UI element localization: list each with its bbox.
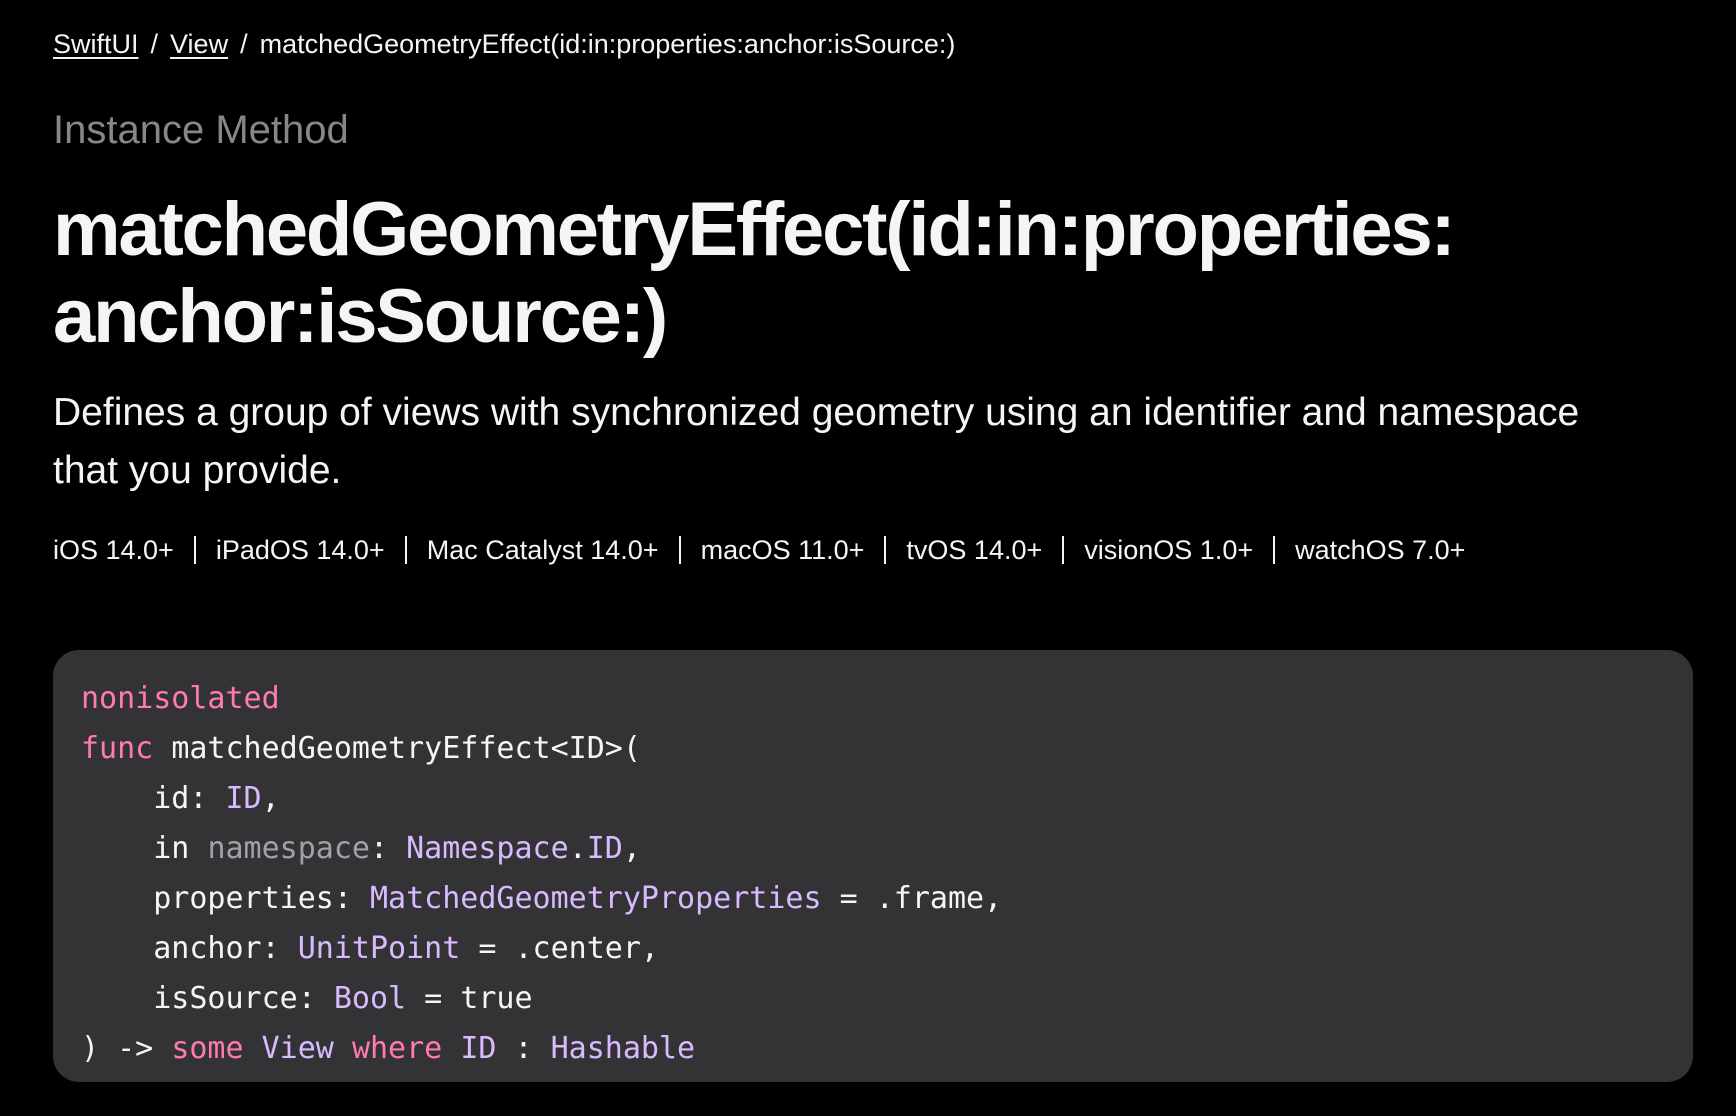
page-title-line: matchedGeometryEffect(id:in:properties:: [53, 187, 1456, 272]
code-punctuation: ,: [261, 781, 280, 816]
code-punctuation: :: [370, 831, 407, 866]
code-default-value: = true: [406, 981, 533, 1016]
code-param-label: isSource:: [153, 981, 334, 1016]
availability-list: iOS 14.0+ iPadOS 14.0+ Mac Catalyst 14.0…: [53, 532, 1465, 568]
availability-divider: [884, 536, 887, 564]
code-type: Bool: [333, 981, 407, 1016]
availability-ipados: iPadOS 14.0+: [215, 535, 385, 565]
code-type: MatchedGeometryProperties: [370, 881, 822, 916]
code-param-internal-name: namespace: [207, 831, 370, 866]
code-line: anchor: UnitPoint = .center,: [81, 924, 1693, 974]
breadcrumb-link-swiftui[interactable]: SwiftUI: [53, 29, 139, 59]
page-title-line: anchor:isSource:): [53, 274, 668, 359]
code-param-label: id:: [153, 781, 226, 816]
code-type: View: [261, 1031, 334, 1066]
code-punctuation: ,: [622, 831, 641, 866]
availability-divider: [678, 536, 681, 564]
availability-divider: [404, 536, 407, 564]
code-type: Namespace: [406, 831, 569, 866]
page-title: matchedGeometryEffect(id:in:properties: …: [53, 186, 1693, 360]
symbol-kind-eyebrow: Instance Method: [53, 108, 349, 152]
code-type: UnitPoint: [297, 931, 461, 966]
code-punctuation: :: [496, 1031, 551, 1066]
code-line: in namespace: Namespace.ID,: [81, 824, 1693, 874]
code-param-label: in: [153, 831, 208, 866]
code-keyword-func: func: [81, 731, 154, 766]
code-line: ) -> some View where ID : Hashable: [81, 1024, 1693, 1074]
code-default-value: = .center,: [460, 931, 659, 966]
code-line: nonisolated: [81, 674, 1693, 724]
breadcrumb-link-view[interactable]: View: [170, 29, 228, 59]
availability-tvos: tvOS 14.0+: [906, 535, 1043, 565]
availability-visionos: visionOS 1.0+: [1084, 535, 1254, 565]
breadcrumb-separator: /: [240, 29, 248, 59]
breadcrumb-separator: /: [150, 29, 159, 59]
code-line: isSource: Bool = true: [81, 974, 1693, 1024]
breadcrumb: SwiftUI / View / matchedGeometryEffect(id:in…: [53, 26, 955, 62]
code-keyword-nonisolated: nonisolated: [81, 681, 280, 716]
availability-watchos: watchOS 7.0+: [1295, 535, 1466, 565]
code-function-name: matchedGeometryEffect<ID>(: [171, 731, 641, 766]
availability-mac-catalyst: Mac Catalyst 14.0+: [426, 535, 659, 565]
code-param-label: anchor:: [153, 931, 298, 966]
code-line: id: ID,: [81, 774, 1693, 824]
code-type: ID: [586, 831, 623, 866]
code-type: ID: [225, 781, 262, 816]
abstract: Defines a group of views with synchroniz…: [53, 384, 1693, 500]
code-default-value: = .frame,: [821, 881, 1003, 916]
code-keyword-where: where: [351, 1031, 443, 1066]
availability-divider: [1273, 536, 1276, 564]
availability-divider: [193, 536, 196, 564]
code-type: Hashable: [550, 1031, 696, 1066]
code-keyword-some: some: [171, 1031, 244, 1066]
breadcrumb-current: matchedGeometryEffect(id:in:properties:a…: [259, 29, 956, 59]
code-param-label: properties:: [153, 881, 370, 916]
code-punctuation: .: [568, 831, 587, 866]
code-return-arrow: ) ->: [81, 1031, 172, 1066]
abstract-line: Defines a group of views with synchroniz…: [53, 391, 1580, 434]
declaration-code-block: nonisolated func matchedGeometryEffect<I…: [53, 650, 1693, 1082]
availability-ios: iOS 14.0+: [53, 535, 174, 565]
code-line: func matchedGeometryEffect<ID>(: [81, 724, 1693, 774]
abstract-line: that you provide.: [53, 449, 342, 492]
code-type: ID: [460, 1031, 497, 1066]
code-line: properties: MatchedGeometryProperties = …: [81, 874, 1693, 924]
availability-divider: [1062, 536, 1065, 564]
availability-macos: macOS 11.0+: [700, 535, 865, 565]
